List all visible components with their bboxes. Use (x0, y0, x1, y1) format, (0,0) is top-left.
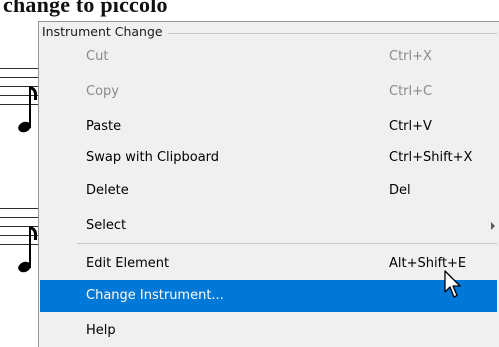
menu-item-edit-element[interactable]: Edit Element Alt+Shift+E (40, 250, 497, 278)
menu-item-copy[interactable]: Copy Ctrl+C (40, 78, 497, 106)
menu-item-shortcut: Ctrl+X (389, 49, 432, 64)
menu-item-label: Paste (86, 119, 122, 134)
staff-text: change to piccolo (3, 0, 168, 17)
menu-item-select[interactable]: Select (40, 212, 497, 240)
menu-item-change-instrument[interactable]: Change Instrument... (40, 280, 497, 312)
mouse-pointer-icon (444, 270, 461, 298)
menu-item-label: Select (86, 218, 127, 233)
menu-item-paste[interactable]: Paste Ctrl+V (40, 113, 497, 141)
staff-line (0, 68, 40, 69)
menu-item-label: Delete (86, 183, 129, 198)
staff-line (0, 208, 40, 209)
staff-line (0, 217, 40, 218)
staff-line (0, 77, 40, 78)
note-flag (29, 86, 37, 100)
menu-item-swap-with-clipboard[interactable]: Swap with Clipboard Ctrl+Shift+X (40, 144, 497, 172)
menu-item-delete[interactable]: Delete Del (40, 177, 497, 205)
menu-section-title: Instrument Change (42, 24, 168, 39)
menu-item-label: Help (86, 323, 116, 338)
menu-item-label: Edit Element (86, 256, 170, 271)
menu-item-shortcut: Ctrl+V (389, 119, 432, 134)
menu-item-shortcut: Del (389, 183, 411, 198)
staff-line (0, 104, 40, 105)
menu-item-help[interactable]: Help (40, 317, 497, 345)
menu-item-shortcut: Ctrl+Shift+X (389, 150, 473, 165)
menu-item-label: Cut (86, 49, 109, 64)
chevron-right-icon (491, 222, 495, 230)
note-flag (29, 226, 37, 240)
menu-item-cut[interactable]: Cut Ctrl+X (40, 43, 497, 71)
staff-line (0, 244, 40, 245)
menu-item-label: Swap with Clipboard (86, 150, 220, 165)
menu-separator (77, 243, 497, 244)
menu-item-shortcut: Ctrl+C (389, 84, 433, 99)
context-menu: Instrument Change Cut Ctrl+X Copy Ctrl+C… (38, 21, 499, 347)
menu-item-label: Copy (86, 84, 119, 99)
menu-section-header: Instrument Change (39, 22, 499, 42)
menu-item-label: Change Instrument... (86, 288, 224, 303)
